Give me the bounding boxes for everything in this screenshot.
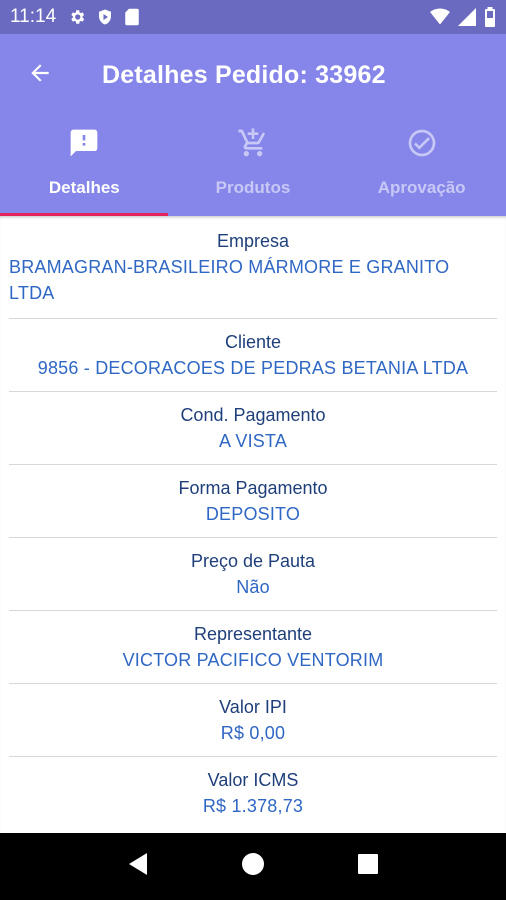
back-triangle-icon — [127, 852, 149, 881]
tab-bar: Detalhes Produtos Aprovação — [0, 116, 506, 216]
nav-back-button[interactable] — [118, 847, 158, 887]
nav-home-button[interactable] — [233, 847, 273, 887]
feedback-icon — [68, 127, 100, 164]
system-nav-bar — [0, 833, 506, 900]
back-button[interactable] — [0, 34, 80, 116]
field-label: Valor ICMS — [207, 770, 299, 790]
field-value: VICTOR PACIFICO VENTORIM — [122, 650, 384, 670]
field-valor-icms: Valor ICMS R$ 1.378,73 — [9, 757, 497, 829]
field-label: Cliente — [224, 332, 282, 352]
tab-produtos[interactable]: Produtos — [169, 116, 338, 216]
field-value: DEPOSITO — [205, 504, 301, 524]
field-cond-pagamento: Cond. Pagamento A VISTA — [9, 392, 497, 465]
tab-detalhes[interactable]: Detalhes — [0, 116, 169, 216]
status-bar: 11:14 — [0, 0, 506, 34]
page-title: Detalhes Pedido: 33962 — [102, 60, 386, 89]
status-time: 11:14 — [10, 6, 57, 27]
field-cliente: Cliente 9856 - DECORACOES DE PEDRAS BETA… — [9, 319, 497, 392]
signal-icon — [458, 8, 476, 26]
wifi-icon — [430, 8, 450, 26]
shield-play-icon — [96, 8, 114, 26]
app-bar: Detalhes Pedido: 33962 — [0, 34, 506, 116]
field-label: Forma Pagamento — [178, 478, 328, 498]
field-value: 9856 - DECORACOES DE PEDRAS BETANIA LTDA — [37, 358, 469, 378]
field-value: Não — [236, 577, 270, 597]
field-value: BRAMAGRAN-BRASILEIRO MÁRMORE E GRANITO L… — [9, 257, 450, 303]
field-preco-pauta: Preço de Pauta Não — [9, 538, 497, 611]
field-representante: Representante VICTOR PACIFICO VENTORIM — [9, 611, 497, 684]
field-valor-ipi: Valor IPI R$ 0,00 — [9, 684, 497, 757]
field-label: Empresa — [216, 231, 290, 251]
tab-label: Aprovação — [377, 178, 466, 197]
check-circle-icon — [406, 127, 438, 164]
cart-add-icon — [237, 127, 269, 164]
field-label: Representante — [193, 624, 313, 644]
field-value: R$ 1.378,73 — [202, 796, 304, 816]
gear-icon — [68, 8, 86, 26]
field-label: Cond. Pagamento — [180, 405, 326, 425]
battery-icon — [484, 7, 496, 27]
tab-label: Detalhes — [48, 178, 120, 197]
field-empresa: Empresa BRAMAGRAN-BRASILEIRO MÁRMORE E G… — [9, 216, 497, 319]
tab-label: Produtos — [215, 178, 291, 197]
field-label: Valor IPI — [219, 697, 287, 717]
arrow-left-icon — [27, 60, 53, 91]
field-value: A VISTA — [218, 431, 288, 451]
field-forma-pagamento: Forma Pagamento DEPOSITO — [9, 465, 497, 538]
details-list[interactable]: Empresa BRAMAGRAN-BRASILEIRO MÁRMORE E G… — [0, 216, 506, 833]
home-circle-icon — [241, 852, 265, 881]
sd-card-icon — [124, 8, 140, 26]
field-value: R$ 0,00 — [220, 723, 286, 743]
nav-recents-button[interactable] — [348, 847, 388, 887]
recents-square-icon — [357, 853, 379, 880]
tab-aprovacao[interactable]: Aprovação — [337, 116, 506, 216]
field-label: Preço de Pauta — [190, 551, 316, 571]
